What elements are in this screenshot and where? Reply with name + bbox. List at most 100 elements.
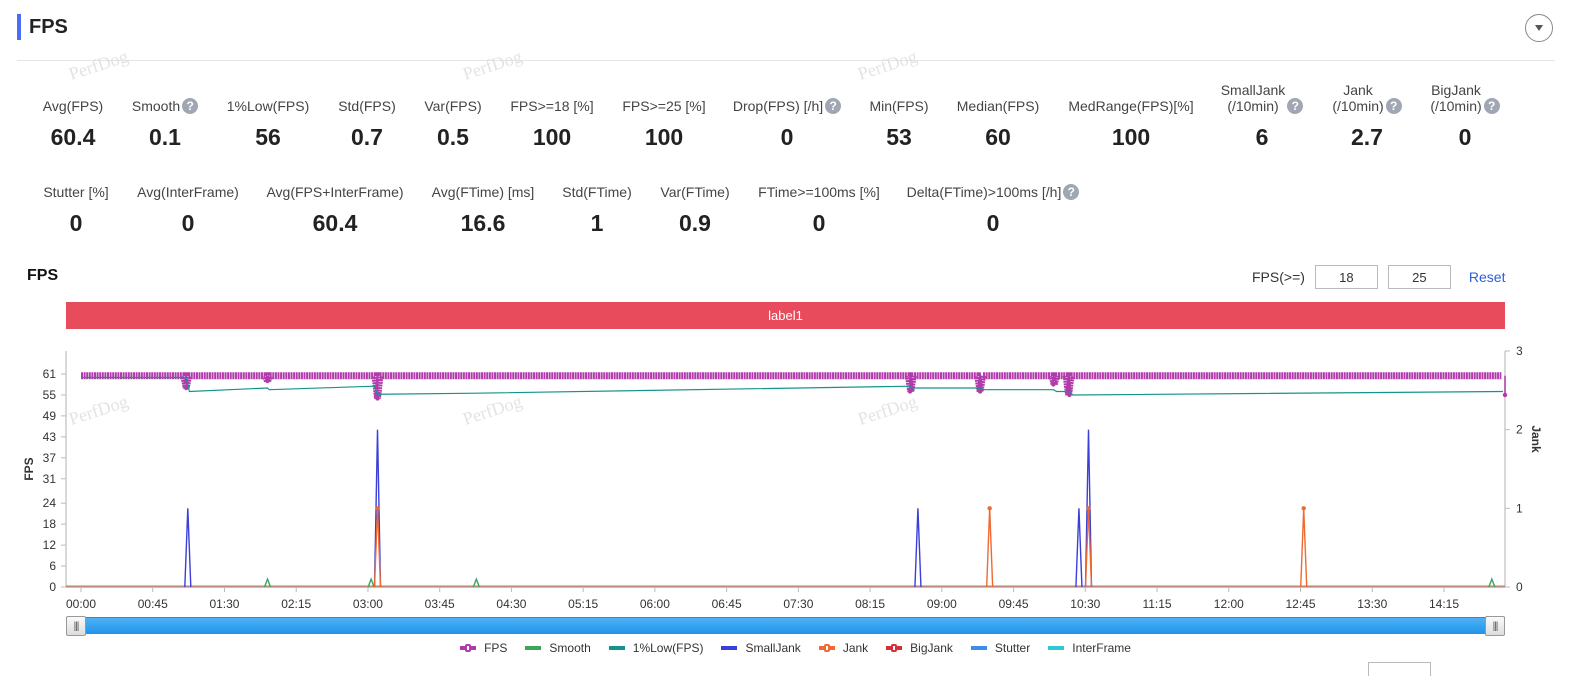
help-icon[interactable]: ? (1063, 184, 1080, 200)
x-tick-label: 09:00 (927, 597, 957, 611)
fps-dip-point (1051, 382, 1056, 387)
x-tick-label: 09:45 (999, 597, 1029, 611)
fps-threshold-controls: FPS(>=) Reset (1252, 265, 1505, 289)
metric-label: Delta(FTime)>100ms [/h]? (903, 168, 1083, 200)
legend-item-smalljank[interactable]: SmallJank (721, 641, 801, 655)
legend-label: SmallJank (745, 641, 801, 655)
y-tick-label: 37 (43, 451, 57, 465)
legend-swatch-icon (1048, 646, 1065, 650)
y2-tick-label: 2 (1516, 423, 1523, 437)
y2-tick-label: 1 (1516, 501, 1523, 515)
x-tick-label: 06:00 (640, 597, 670, 611)
x-tick-label: 00:00 (66, 597, 96, 611)
metric-label: BigJank (/10min)? (1375, 82, 1555, 114)
legend-swatch-icon (721, 646, 738, 650)
legend-swatch-icon (608, 646, 625, 650)
metric-label-text: Delta(FTime)>100ms [/h] (906, 184, 1062, 200)
legend-swatch-icon (886, 644, 903, 652)
x-tick-label: 12:45 (1286, 597, 1316, 611)
x-tick-label: 08:15 (855, 597, 885, 611)
time-range-slider[interactable]: ||| ||| (66, 616, 1505, 636)
collapse-button[interactable] (1525, 14, 1553, 42)
chevron-down-icon (1535, 25, 1543, 31)
partial-input-box (1368, 662, 1431, 676)
x-tick-label: 03:45 (425, 597, 455, 611)
legend-item-1-low-fps-[interactable]: 1%Low(FPS) (608, 641, 703, 655)
metric-value: 0 (812, 210, 826, 236)
help-icon[interactable]: ? (1483, 98, 1500, 114)
section-title: FPS (29, 15, 68, 38)
legend-label: FPS (484, 641, 508, 655)
x-tick-label: 14:15 (1429, 597, 1459, 611)
metric-value: 0 (1458, 124, 1472, 150)
metric-label-text: FPS>=25 [%] (622, 98, 706, 114)
legend-item-smooth[interactable]: Smooth (525, 641, 591, 655)
grip-icon: ||| (1492, 620, 1499, 632)
fps-dip-point (265, 378, 270, 384)
metric-label-text: FTime>=100ms [%] (758, 184, 880, 200)
metric-label-text: BigJank (/10min) (1430, 82, 1482, 114)
y-tick-label: 55 (43, 388, 57, 402)
series-spike-smalljank (1075, 508, 1083, 588)
x-tick-label: 06:45 (712, 597, 742, 611)
series-spike-smalljank (184, 508, 192, 588)
y-tick-label: 43 (43, 430, 57, 444)
section-header: FPS (17, 14, 68, 40)
slider-start-handle[interactable]: ||| (66, 616, 86, 636)
x-tick-label: 04:30 (496, 597, 526, 611)
metric-value: 0 (986, 210, 1000, 236)
y-tick-label: 49 (43, 409, 57, 423)
metric-label-text: Avg(InterFrame) (137, 184, 239, 200)
metric-label-text: Smooth (131, 98, 181, 114)
metric-label-text: SmallJank (/10min) (1220, 82, 1286, 114)
x-tick-label: 00:45 (138, 597, 168, 611)
series-spike-smalljank (914, 508, 922, 588)
y-tick-label: 0 (49, 580, 56, 594)
series-point-jank (375, 506, 380, 511)
chart-title: FPS (27, 267, 59, 284)
legend-item-interframe[interactable]: InterFrame (1048, 641, 1131, 655)
y-tick-label: 61 (43, 367, 57, 381)
legend-label: BigJank (910, 641, 953, 655)
section-accent-bar (17, 14, 21, 40)
threshold-input-1[interactable] (1314, 265, 1378, 289)
x-tick-label: 02:15 (281, 597, 311, 611)
metric-label-text: Avg(FPS+InterFrame) (266, 184, 404, 200)
y-axis-title: FPS (22, 457, 36, 480)
series-point-jank (1301, 506, 1306, 511)
metric-r1-13: BigJank (/10min)? 0 (1375, 82, 1555, 151)
x-tick-label: 07:30 (783, 597, 813, 611)
legend-swatch-icon (525, 646, 542, 650)
y2-tick-label: 3 (1516, 344, 1523, 358)
y-tick-label: 31 (43, 472, 57, 486)
reset-link[interactable]: Reset (1469, 269, 1506, 285)
threshold-input-2[interactable] (1387, 265, 1451, 289)
x-tick-label: 01:30 (209, 597, 239, 611)
legend-item-bigjank[interactable]: BigJank (886, 641, 953, 655)
label-band[interactable]: label1 (66, 302, 1505, 329)
watermark: PerfDog (855, 46, 920, 84)
series-line-1-low-fps- (81, 376, 1504, 396)
legend-item-fps[interactable]: FPS (460, 641, 507, 655)
series-point-jank (1086, 506, 1091, 511)
legend-item-stutter[interactable]: Stutter (970, 641, 1030, 655)
slider-end-handle[interactable]: ||| (1485, 616, 1505, 636)
fps-chart[interactable]: 06121824313743495561012300:00 00:45 01:30 0… (0, 330, 1591, 615)
x-tick-label: 13:30 (1357, 597, 1387, 611)
series-point-jank (987, 506, 992, 511)
x-tick-label: 11:15 (1142, 597, 1171, 611)
legend-item-jank[interactable]: Jank (818, 641, 869, 655)
y-tick-label: 6 (49, 559, 56, 573)
y2-axis-title: Jank (1529, 425, 1543, 453)
series-spike-jank (1300, 508, 1308, 588)
legend-swatch-icon (970, 646, 987, 650)
header-divider (17, 60, 1555, 61)
fps-dip-point (977, 389, 983, 394)
series-spike-jank (985, 508, 994, 588)
metric-r2-7: Delta(FTime)>100ms [/h]? 0 (903, 168, 1083, 237)
y-tick-label: 18 (43, 517, 57, 531)
x-tick-label: 05:15 (568, 597, 598, 611)
legend-label: Jank (842, 641, 869, 655)
watermark: PerfDog (66, 46, 131, 84)
fps-dip-point (1502, 392, 1508, 398)
